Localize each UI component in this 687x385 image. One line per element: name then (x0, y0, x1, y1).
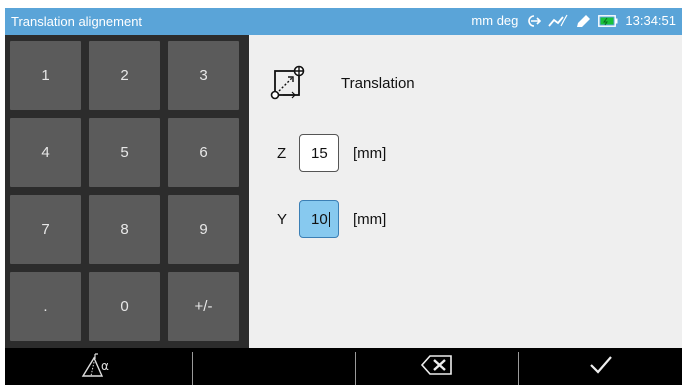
angle-measure-icon: α (80, 351, 116, 383)
signal-icon (548, 14, 568, 28)
y-value: 10 (311, 210, 328, 228)
key-4[interactable]: 4 (10, 118, 81, 187)
arrow-connect-icon (525, 14, 542, 28)
key-decimal[interactable]: . (10, 272, 81, 341)
z-unit-label: [mm] (353, 144, 387, 162)
y-unit-label: [mm] (353, 210, 387, 228)
status-area: mm deg 13:34:51 (471, 13, 676, 28)
backspace-icon (420, 354, 454, 380)
panel-title: Translation (341, 75, 415, 92)
checkmark-icon (589, 355, 613, 379)
app-window: Translation alignement mm deg 13:34:51 1… (5, 8, 682, 385)
units-label: mm deg (471, 13, 519, 28)
text-caret (328, 211, 330, 227)
key-7[interactable]: 7 (10, 195, 81, 264)
z-input[interactable]: 15 (299, 134, 339, 172)
y-field-row: Y 10 [mm] (277, 199, 386, 239)
z-value: 15 (311, 144, 328, 162)
key-0[interactable]: 0 (89, 272, 160, 341)
key-2[interactable]: 2 (89, 41, 160, 110)
key-3[interactable]: 3 (168, 41, 239, 110)
z-field-row: Z 15 [mm] (277, 133, 386, 173)
battery-icon (598, 14, 618, 27)
angle-measure-button[interactable]: α (5, 348, 190, 385)
window-title: Translation alignement (11, 14, 143, 29)
y-input[interactable]: 10 (299, 200, 339, 238)
backspace-button[interactable] (356, 348, 518, 385)
pen-icon (575, 14, 591, 28)
translation-icon (269, 61, 311, 107)
key-1[interactable]: 1 (10, 41, 81, 110)
key-5[interactable]: 5 (89, 118, 160, 187)
bottom-toolbar: α (5, 348, 682, 385)
y-axis-label: Y (277, 210, 288, 228)
clock: 13:34:51 (625, 13, 676, 28)
toolbar-separator (192, 352, 193, 385)
translation-panel: Translation Z 15 [mm] Y 10 [mm] (249, 35, 682, 348)
key-8[interactable]: 8 (89, 195, 160, 264)
key-9[interactable]: 9 (168, 195, 239, 264)
numeric-keypad: 1 2 3 4 5 6 7 8 9 . 0 +/- (5, 35, 249, 348)
key-plus-minus[interactable]: +/- (168, 272, 239, 341)
key-6[interactable]: 6 (168, 118, 239, 187)
svg-text:α: α (101, 359, 109, 373)
z-axis-label: Z (277, 144, 287, 162)
confirm-button[interactable] (519, 348, 682, 385)
title-bar: Translation alignement mm deg 13:34:51 (5, 8, 682, 35)
